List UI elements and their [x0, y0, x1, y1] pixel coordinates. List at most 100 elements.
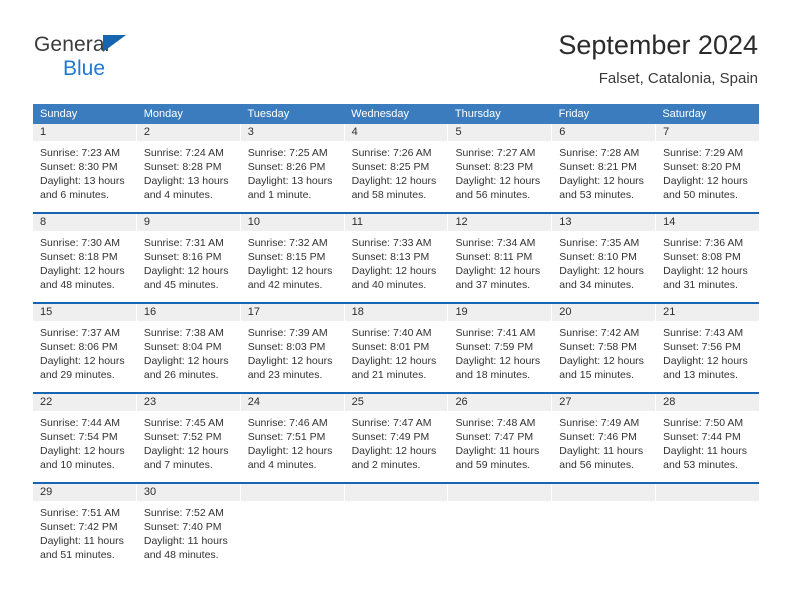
- calendar-day-cell[interactable]: 29 Sunrise: 7:51 AM Sunset: 7:42 PM Dayligh…: [33, 484, 137, 572]
- day-number: 5: [448, 124, 552, 141]
- calendar-day-cell[interactable]: 17 Sunrise: 7:39 AM Sunset: 8:03 PM Dayligh…: [240, 304, 345, 392]
- calendar-week-cells: 8 Sunrise: 7:30 AM Sunset: 8:18 PM Daylight…: [33, 214, 760, 302]
- day-number: 22: [33, 394, 136, 411]
- calendar-day-cell[interactable]: 5 Sunrise: 7:27 AM Sunset: 8:23 PM Daylight…: [448, 124, 553, 212]
- daylight-text-line1: Daylight: 12 hours: [455, 265, 541, 277]
- calendar-day-cell[interactable]: 9 Sunrise: 7:31 AM Sunset: 8:16 PM Daylight…: [136, 214, 241, 302]
- weekday-header-wednesday: Wednesday: [351, 108, 410, 120]
- sunset-text: Sunset: 8:28 PM: [143, 161, 222, 173]
- calendar-day-cell[interactable]: 7 Sunrise: 7:29 AM Sunset: 8:20 PM Daylight…: [656, 124, 760, 212]
- daylight-text-line1: Daylight: 13 hours: [143, 175, 229, 187]
- day-details: Sunrise: 7:34 AM Sunset: 8:11 PM Daylight:…: [448, 231, 551, 292]
- daylight-text-line1: Daylight: 12 hours: [247, 265, 333, 277]
- sunset-text: Sunset: 7:47 PM: [455, 431, 534, 443]
- daylight-text-line2: and 42 minutes.: [247, 279, 323, 291]
- daylight-text-line2: and 7 minutes.: [143, 459, 213, 471]
- calendar-day-cell[interactable]: 28 Sunrise: 7:50 AM Sunset: 7:44 PM Dayligh…: [656, 394, 760, 482]
- calendar-day-cell[interactable]: 16 Sunrise: 7:38 AM Sunset: 8:04 PM Dayligh…: [136, 304, 241, 392]
- day-details: Sunrise: 7:37 AM Sunset: 8:06 PM Daylight:…: [33, 321, 136, 382]
- daylight-text-line2: and 29 minutes.: [40, 369, 115, 381]
- day-number: 3: [240, 124, 344, 141]
- day-number: 26: [448, 394, 552, 411]
- daylight-text-line2: and 15 minutes.: [559, 369, 635, 381]
- daylight-text-line2: and 58 minutes.: [351, 189, 427, 201]
- calendar-day-cell[interactable]: 2 Sunrise: 7:24 AM Sunset: 8:28 PM Daylight…: [136, 124, 241, 212]
- day-number: 7: [656, 124, 760, 141]
- calendar-day-cell[interactable]: 27 Sunrise: 7:49 AM Sunset: 7:46 PM Dayligh…: [552, 394, 657, 482]
- generalblue-logo[interactable]: General Blue: [34, 32, 214, 82]
- daylight-text-line1: Daylight: 12 hours: [40, 355, 125, 367]
- calendar-day-cell[interactable]: 20 Sunrise: 7:42 AM Sunset: 7:58 PM Dayligh…: [552, 304, 657, 392]
- calendar-day-cell[interactable]: 10 Sunrise: 7:32 AM Sunset: 8:15 PM Dayligh…: [240, 214, 345, 302]
- daylight-text-line1: Daylight: 12 hours: [559, 175, 644, 187]
- calendar-day-cell[interactable]: 14 Sunrise: 7:36 AM Sunset: 8:08 PM Dayligh…: [656, 214, 760, 302]
- calendar-day-cell[interactable]: 3 Sunrise: 7:25 AM Sunset: 8:26 PM Daylight…: [240, 124, 345, 212]
- day-number: 1: [33, 124, 136, 141]
- sunrise-text: Sunrise: 7:52 AM: [143, 507, 224, 519]
- sunrise-text: Sunrise: 7:30 AM: [40, 237, 120, 249]
- calendar-day-cell[interactable]: 23 Sunrise: 7:45 AM Sunset: 7:52 PM Dayligh…: [136, 394, 241, 482]
- calendar-week-row: 15 Sunrise: 7:37 AM Sunset: 8:06 PM Dayligh…: [33, 302, 760, 392]
- calendar-weeks: 1 Sunrise: 7:23 AM Sunset: 8:30 PM Daylight…: [33, 124, 760, 572]
- calendar-day-cell[interactable]: 18 Sunrise: 7:40 AM Sunset: 8:01 PM Dayligh…: [344, 304, 449, 392]
- calendar-day-cell[interactable]: 12 Sunrise: 7:34 AM Sunset: 8:11 PM Dayligh…: [448, 214, 553, 302]
- daylight-text-line2: and 37 minutes.: [455, 279, 531, 291]
- calendar-day-cell[interactable]: 19 Sunrise: 7:41 AM Sunset: 7:59 PM Dayligh…: [448, 304, 553, 392]
- calendar-day-cell[interactable]: 25 Sunrise: 7:47 AM Sunset: 7:49 PM Dayligh…: [344, 394, 449, 482]
- day-number: 25: [344, 394, 448, 411]
- calendar-week-row: 22 Sunrise: 7:44 AM Sunset: 7:54 PM Dayligh…: [33, 392, 760, 482]
- sunset-text: Sunset: 8:25 PM: [351, 161, 430, 173]
- sunrise-text: Sunrise: 7:29 AM: [663, 147, 744, 159]
- daylight-text-line1: Daylight: 12 hours: [663, 265, 748, 277]
- day-number: 19: [448, 304, 552, 321]
- day-details: Sunrise: 7:25 AM Sunset: 8:26 PM Daylight:…: [241, 141, 344, 202]
- calendar-day-cell[interactable]: 13 Sunrise: 7:35 AM Sunset: 8:10 PM Dayligh…: [552, 214, 657, 302]
- daylight-text-line2: and 59 minutes.: [455, 459, 531, 471]
- sunset-text: Sunset: 7:42 PM: [40, 521, 118, 533]
- daylight-text-line1: Daylight: 12 hours: [143, 445, 229, 457]
- sunset-text: Sunset: 8:16 PM: [143, 251, 222, 263]
- day-number: 20: [552, 304, 656, 321]
- sunrise-text: Sunrise: 7:41 AM: [455, 327, 536, 339]
- day-details: Sunrise: 7:24 AM Sunset: 8:28 PM Daylight:…: [137, 141, 240, 202]
- day-number: 30: [136, 484, 240, 501]
- daylight-text-line2: and 51 minutes.: [40, 549, 115, 561]
- calendar-day-cell[interactable]: 11 Sunrise: 7:33 AM Sunset: 8:13 PM Dayligh…: [344, 214, 449, 302]
- day-details: Sunrise: 7:39 AM Sunset: 8:03 PM Daylight:…: [241, 321, 344, 382]
- sunset-text: Sunset: 7:51 PM: [247, 431, 326, 443]
- calendar-day-cell[interactable]: 24 Sunrise: 7:46 AM Sunset: 7:51 PM Dayligh…: [240, 394, 345, 482]
- daylight-text-line1: Daylight: 12 hours: [143, 265, 229, 277]
- daylight-text-line2: and 56 minutes.: [455, 189, 531, 201]
- daylight-text-line2: and 26 minutes.: [143, 369, 219, 381]
- day-details: Sunrise: 7:28 AM Sunset: 8:21 PM Daylight:…: [552, 141, 655, 202]
- weekday-header-tuesday: Tuesday: [247, 108, 290, 120]
- sunrise-text: Sunrise: 7:42 AM: [559, 327, 640, 339]
- calendar-day-cell[interactable]: 22 Sunrise: 7:44 AM Sunset: 7:54 PM Dayligh…: [33, 394, 137, 482]
- calendar-day-cell[interactable]: 30 Sunrise: 7:52 AM Sunset: 7:40 PM Dayligh…: [136, 484, 241, 572]
- sunrise-text: Sunrise: 7:50 AM: [663, 417, 744, 429]
- sunrise-text: Sunrise: 7:32 AM: [247, 237, 328, 249]
- calendar-day-cell[interactable]: 26 Sunrise: 7:48 AM Sunset: 7:47 PM Dayligh…: [448, 394, 553, 482]
- calendar-day-cell[interactable]: 15 Sunrise: 7:37 AM Sunset: 8:06 PM Dayligh…: [33, 304, 137, 392]
- day-number: 23: [136, 394, 240, 411]
- calendar-day-cell[interactable]: 1 Sunrise: 7:23 AM Sunset: 8:30 PM Daylight…: [33, 124, 137, 212]
- sunrise-text: Sunrise: 7:48 AM: [455, 417, 536, 429]
- day-number: [552, 484, 656, 501]
- sunset-text: Sunset: 8:26 PM: [247, 161, 326, 173]
- sunset-text: Sunset: 8:04 PM: [143, 341, 222, 353]
- calendar-day-cell[interactable]: 8 Sunrise: 7:30 AM Sunset: 8:18 PM Daylight…: [33, 214, 137, 302]
- daylight-text-line1: Daylight: 13 hours: [247, 175, 333, 187]
- calendar-week-cells: 22 Sunrise: 7:44 AM Sunset: 7:54 PM Dayligh…: [33, 394, 760, 482]
- daylight-text-line1: Daylight: 11 hours: [40, 535, 124, 547]
- daylight-text-line2: and 4 minutes.: [247, 459, 317, 471]
- day-details: Sunrise: 7:33 AM Sunset: 8:13 PM Daylight:…: [345, 231, 448, 292]
- sunset-text: Sunset: 8:30 PM: [40, 161, 118, 173]
- calendar-day-cell[interactable]: 21 Sunrise: 7:43 AM Sunset: 7:56 PM Dayligh…: [656, 304, 760, 392]
- day-details: Sunrise: 7:36 AM Sunset: 8:08 PM Daylight:…: [656, 231, 759, 292]
- daylight-text-line2: and 40 minutes.: [351, 279, 427, 291]
- sunrise-text: Sunrise: 7:40 AM: [351, 327, 432, 339]
- sunrise-text: Sunrise: 7:23 AM: [40, 147, 120, 159]
- calendar-day-cell[interactable]: 6 Sunrise: 7:28 AM Sunset: 8:21 PM Daylight…: [552, 124, 657, 212]
- day-number: 28: [656, 394, 760, 411]
- calendar-day-cell[interactable]: 4 Sunrise: 7:26 AM Sunset: 8:25 PM Daylight…: [344, 124, 449, 212]
